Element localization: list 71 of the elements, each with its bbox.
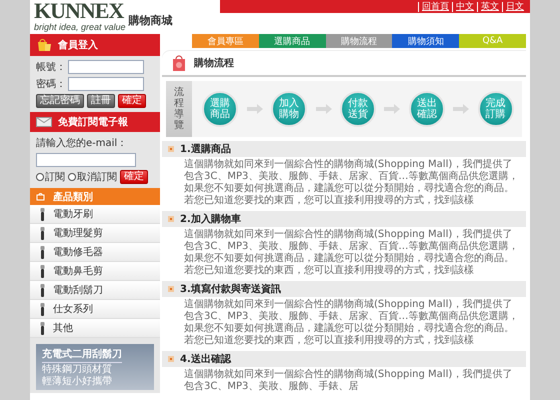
shopping-bag-icon — [36, 38, 52, 52]
promo-title: 充電式二用刮鬍刀 — [42, 347, 122, 363]
category-item[interactable]: 電動修毛器 — [30, 243, 160, 262]
language-link[interactable]: 中文 — [452, 2, 474, 12]
bullet-icon — [168, 286, 174, 292]
bullet-icon — [168, 356, 174, 362]
category-title: 產品類別 — [53, 190, 93, 204]
promo-text: 輕薄短小好攜帶 — [42, 376, 113, 387]
newsletter-title: 免費訂閱電子報 — [58, 116, 128, 129]
nav-tab[interactable]: 購物須知 — [392, 34, 460, 48]
field-label: 密碼： — [36, 78, 66, 91]
form-button[interactable]: 註冊 — [87, 94, 115, 108]
section-title: 3.填寫付款與寄送資訊 — [180, 282, 281, 296]
language-link[interactable]: 日文 — [502, 2, 524, 12]
form-button[interactable]: 忘記密碼 — [36, 94, 84, 108]
section-text: 這個購物就如同來到一個綜合性的購物商城(Shopping Mall)，我們提供了包含3C、MP3、美妝、服飾、手錶、居家、百貨…等數萬個商品供您選購，如果您不知要如何挑選商品，建議您可以從分類開始，尋找適合您的商品。若您已知道您要找的東西，您可以直接利用搜尋的方式，找到該樣 — [184, 229, 520, 277]
category-item[interactable]: 電動刮鬍刀 — [30, 281, 160, 300]
razor-icon — [40, 246, 45, 258]
radio-label: 訂閱 — [45, 170, 65, 184]
language-link[interactable]: 英文 — [477, 2, 499, 12]
razor-icon — [40, 226, 45, 240]
form-button[interactable]: 確定 — [118, 94, 146, 108]
razor-icon — [40, 302, 45, 316]
arrow-icon — [246, 104, 263, 114]
radio-label: 取消訂閱 — [77, 170, 117, 184]
section-title: 1.選購商品 — [180, 142, 231, 156]
section-title: 4.送出確認 — [180, 352, 231, 366]
flow-step: 選購商品 — [202, 91, 238, 127]
razor-icon — [40, 264, 45, 278]
store-name: 購物商城 — [128, 13, 173, 28]
category-item[interactable]: 其他 — [30, 319, 160, 338]
envelope-icon — [36, 117, 52, 127]
login-title: 會員登入 — [58, 38, 98, 52]
flow-step: 付款送貨 — [340, 91, 376, 127]
nav-tab[interactable]: 購物流程 — [326, 34, 392, 48]
section-text: 這個購物就如同來到一個綜合性的購物商城(Shopping Mall)，我們提供了包含3C、MP3、美妝、服飾、手錶、居家、百貨…等數萬個商品供您選購，如果您不知要如何挑選商品，建議您可以從分類開始，尋找適合您的商品。若您已知道您要找的東西，您可以直接利用搜尋的方式，找到該樣 — [184, 299, 520, 347]
confirm-button[interactable]: 確定 — [120, 170, 148, 184]
shopping-bag-icon — [172, 54, 186, 72]
bag-icon — [36, 192, 45, 201]
razor-icon — [40, 284, 45, 296]
flow-step: 完成訂購 — [478, 91, 514, 127]
flow-step: 送出確認 — [408, 91, 445, 127]
email-prompt: 請輸入您的e-mail： — [36, 136, 128, 150]
category-item[interactable]: 仕女系列 — [30, 300, 160, 319]
section-title: 2.加入購物車 — [180, 212, 241, 226]
category-item[interactable]: 電動理髮剪 — [30, 224, 160, 243]
section-text: 這個購物就如同來到一個綜合性的購物商城(Shopping Mall)，我們提供了包含3C、MP3、美妝、服飾、手錶、居家、百貨…等數萬個商品供您選購，如果您不知要如何挑選商品，建議您可以從分類開始，尋找適合您的商品。若您已知道您要找的東西，您可以直接利用搜尋的方式，找到該樣 — [184, 159, 520, 207]
razor-icon — [40, 208, 45, 220]
brand-logo: KUNNEX — [34, 0, 125, 22]
category-item[interactable]: 電動牙刷 — [30, 205, 160, 224]
radio-button[interactable] — [68, 173, 76, 181]
flow-step: 加入購物 — [271, 91, 308, 127]
language-link[interactable]: 回首頁 — [418, 2, 449, 12]
radio-button[interactable] — [36, 173, 44, 181]
razor-icon — [40, 322, 45, 334]
bullet-icon — [168, 216, 174, 222]
arrow-icon — [384, 104, 400, 114]
promo-text: 特殊鋼刀頭材質 — [42, 364, 113, 375]
logo-tagline: bright idea, great value — [34, 22, 126, 32]
arrow-icon — [453, 104, 470, 114]
section-text: 這個購物就如同來到一個綜合性的購物商城(Shopping Mall)，我們提供了包含3C、MP3、美妝、服飾、手錶、居 — [184, 369, 514, 393]
page-title: 購物流程 — [194, 56, 234, 70]
flow-label: 流程導覽 — [166, 81, 192, 137]
arrow-icon — [316, 104, 332, 114]
bullet-icon — [168, 146, 174, 152]
input-field[interactable] — [68, 77, 144, 91]
email-field[interactable] — [36, 153, 136, 167]
field-label: 帳號： — [36, 60, 66, 74]
category-item[interactable]: 電動鼻毛剪 — [30, 262, 160, 281]
nav-tab[interactable]: 選購商品 — [258, 34, 326, 48]
input-field[interactable] — [68, 60, 144, 74]
